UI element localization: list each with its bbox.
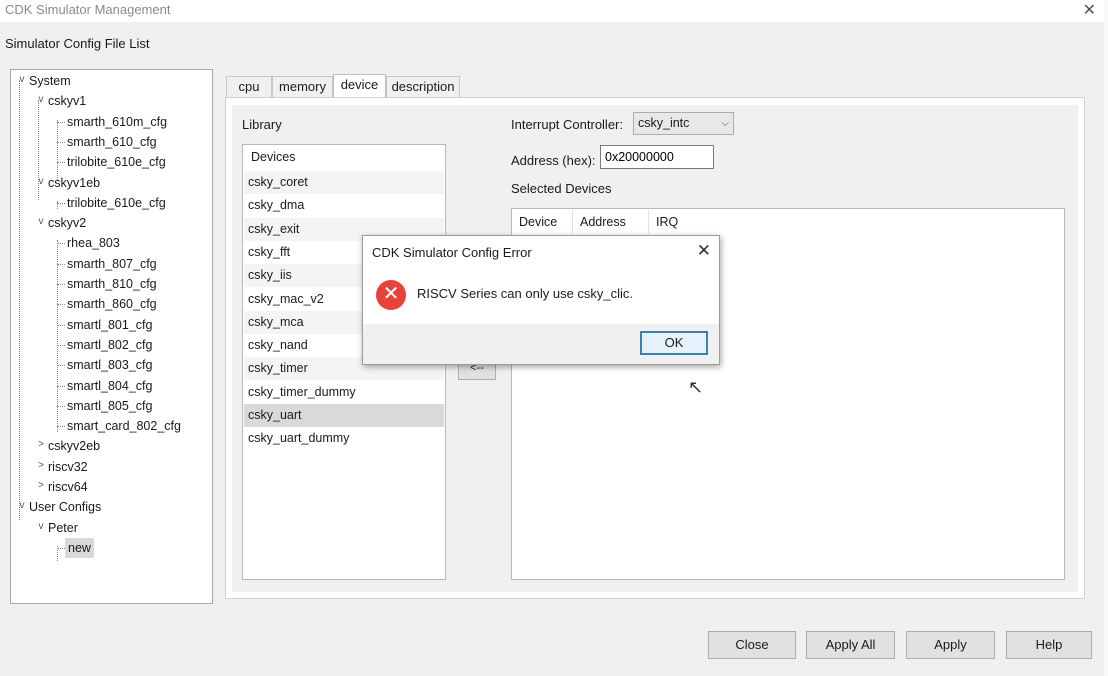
tree-connector	[57, 141, 65, 143]
expand-chevron-icon[interactable]: v	[35, 176, 47, 187]
tree-leaf[interactable]: rhea_803	[67, 233, 120, 253]
tree-connector	[57, 284, 65, 285]
collapse-chevron-icon[interactable]: >	[35, 460, 47, 471]
interrupt-controller-value: csky_intc	[638, 116, 690, 130]
tree-connector	[57, 426, 65, 428]
tree-node-cskyv1eb[interactable]: cskyv1eb	[48, 173, 100, 193]
tree-connector	[57, 385, 65, 387]
tree-guide	[57, 201, 58, 209]
apply-button[interactable]: Apply	[906, 631, 995, 659]
section-label: Simulator Config File List	[5, 36, 150, 51]
close-button[interactable]: Close	[708, 631, 796, 659]
tree-node-cskyv1[interactable]: cskyv1	[48, 91, 86, 111]
tree-guide	[38, 100, 39, 200]
address-label: Address (hex):	[511, 153, 596, 168]
tree-node-cskyv2eb[interactable]: cskyv2eb	[48, 436, 100, 456]
window-edge	[1104, 0, 1108, 676]
dialog-titlebar: CDK Simulator Config Error ✕	[363, 236, 719, 270]
library-item[interactable]: csky_timer_dummy	[244, 381, 444, 404]
tab-memory[interactable]: memory	[272, 76, 333, 98]
window-title: CDK Simulator Management	[5, 2, 171, 17]
expand-chevron-icon[interactable]: v	[35, 94, 47, 105]
tree-node-peter[interactable]: Peter	[48, 518, 78, 538]
tree-leaf[interactable]: smarth_807_cfg	[67, 254, 157, 274]
library-label: Library	[242, 117, 282, 132]
interrupt-controller-label: Interrupt Controller:	[511, 117, 623, 132]
tree-leaf[interactable]: smartl_805_cfg	[67, 396, 152, 416]
tab-cpu[interactable]: cpu	[226, 76, 272, 98]
dialog-body: ✕ RISCV Series can only use csky_clic.	[363, 270, 719, 324]
tree-connector	[57, 365, 65, 367]
tree-leaf[interactable]: smartl_802_cfg	[67, 335, 152, 355]
tree-guide	[57, 546, 58, 561]
tree-leaf[interactable]: smartl_803_cfg	[67, 355, 152, 375]
config-tree[interactable]: v System v cskyv1 smarth_610m_cfg smarth_610_…	[10, 69, 213, 604]
tree-node-riscv32[interactable]: riscv32	[48, 457, 88, 477]
expand-chevron-icon[interactable]: v	[16, 500, 28, 511]
chevron-down-icon: ⌵	[721, 118, 729, 129]
tree-connector	[57, 547, 65, 549]
tree-leaf[interactable]: smartl_804_cfg	[67, 376, 152, 396]
tree-node-riscv64[interactable]: riscv64	[48, 477, 88, 497]
tree-leaf[interactable]: smarth_610_cfg	[67, 132, 157, 152]
tree-connector	[57, 344, 65, 346]
library-item[interactable]: csky_uart	[244, 404, 444, 427]
apply-all-button[interactable]: Apply All	[806, 631, 895, 659]
ok-button[interactable]: OK	[640, 331, 708, 355]
tree-leaf-new[interactable]: new	[65, 537, 94, 558]
expand-chevron-icon[interactable]: v	[35, 521, 47, 532]
help-button[interactable]: Help	[1006, 631, 1092, 659]
error-icon: ✕	[376, 280, 406, 310]
dialog-message: RISCV Series can only use csky_clic.	[417, 286, 634, 301]
tree-leaf[interactable]: trilobite_610e_cfg	[67, 193, 166, 213]
tree-connector	[57, 243, 65, 245]
error-dialog: CDK Simulator Config Error ✕ ✕ RISCV Ser…	[362, 235, 720, 365]
tree-leaf[interactable]: trilobite_610e_cfg	[67, 152, 166, 172]
tree-connector	[57, 324, 65, 326]
tree-node-cskyv2[interactable]: cskyv2	[48, 213, 86, 233]
tree-leaf[interactable]: smarth_610m_cfg	[67, 112, 167, 132]
dialog-close-icon[interactable]: ✕	[697, 241, 711, 261]
tab-description[interactable]: description	[386, 76, 460, 98]
column-address[interactable]: Address	[573, 210, 649, 234]
tree-guide	[57, 240, 58, 432]
tree-node-system[interactable]: System	[29, 71, 71, 91]
window-close-icon[interactable]: ✕	[1083, 0, 1096, 20]
tree-connector	[57, 304, 65, 306]
tree-connector	[57, 405, 65, 407]
collapse-chevron-icon[interactable]: >	[35, 439, 47, 450]
tree-connector	[57, 263, 65, 265]
tree-guide	[19, 80, 20, 520]
expand-chevron-icon[interactable]: v	[35, 216, 47, 227]
collapse-chevron-icon[interactable]: >	[35, 480, 47, 491]
tree-leaf[interactable]: smartl_801_cfg	[67, 315, 152, 335]
dialog-title: CDK Simulator Config Error	[372, 245, 532, 260]
library-header[interactable]: Devices	[244, 146, 444, 169]
library-item[interactable]: csky_dma	[244, 194, 444, 217]
library-item[interactable]: csky_uart_dummy	[244, 427, 444, 450]
tab-device[interactable]: device	[333, 74, 386, 99]
expand-chevron-icon[interactable]: v	[16, 74, 28, 85]
column-irq[interactable]: IRQ	[649, 210, 709, 234]
selected-devices-label: Selected Devices	[511, 181, 612, 196]
tree-leaf[interactable]: smart_card_802_cfg	[67, 416, 181, 436]
tree-node-user-configs[interactable]: User Configs	[29, 497, 101, 517]
tree-leaf[interactable]: smarth_810_cfg	[67, 274, 157, 294]
tree-guide	[57, 120, 58, 180]
column-device[interactable]: Device	[512, 210, 573, 234]
address-input[interactable]	[600, 145, 714, 169]
tree-connector	[57, 121, 65, 123]
mouse-cursor-icon: ↖	[688, 377, 704, 397]
tree-connector	[57, 162, 65, 164]
interrupt-controller-select[interactable]: csky_intc ⌵	[633, 112, 734, 135]
library-item[interactable]: csky_coret	[244, 171, 444, 194]
tree-leaf[interactable]: smarth_860_cfg	[67, 294, 157, 314]
tree-connector	[57, 202, 65, 204]
